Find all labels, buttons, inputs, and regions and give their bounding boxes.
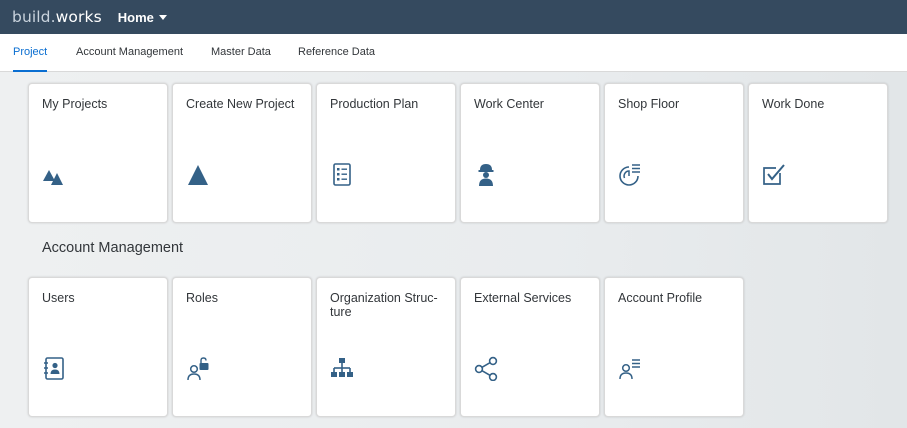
tile-organization-structure[interactable]: Organization Struc-ture bbox=[316, 277, 456, 417]
tab-reference-data[interactable]: Reference Data bbox=[298, 34, 375, 72]
tile-title: Work Done bbox=[762, 97, 825, 111]
address-book-icon bbox=[44, 357, 64, 380]
tile-account-profile[interactable]: Account Profile bbox=[604, 277, 744, 417]
tile-title: Account Profile bbox=[618, 291, 703, 305]
tile-title: My Projects bbox=[42, 97, 108, 111]
home-menu-label: Home bbox=[117, 9, 154, 25]
tile-users[interactable]: Users bbox=[28, 277, 168, 417]
tab-project[interactable]: Project bbox=[13, 34, 48, 72]
tile-title: Users bbox=[42, 291, 75, 305]
share-icon bbox=[474, 356, 498, 381]
tile-my-projects[interactable]: My Projects bbox=[28, 83, 168, 223]
brand-part2: works bbox=[55, 8, 102, 26]
tile-work-done[interactable]: Work Done bbox=[748, 83, 888, 223]
tile-title: Create New Project bbox=[186, 97, 295, 111]
tab-master-data[interactable]: Master Data bbox=[211, 34, 271, 72]
tile-roles[interactable]: Roles bbox=[172, 277, 312, 417]
tile-external-services[interactable]: External Services bbox=[460, 277, 600, 417]
tile-title: Work Center bbox=[474, 97, 544, 111]
user-list-icon bbox=[619, 359, 640, 380]
checklist-icon bbox=[333, 163, 351, 186]
worker-icon bbox=[478, 164, 494, 186]
home-menu-button[interactable]: Home bbox=[118, 10, 167, 25]
tile-title: Production Plan bbox=[330, 97, 419, 111]
tab-bar: Project Account Management Master Data R… bbox=[0, 34, 907, 72]
tile-title: Roles bbox=[186, 291, 218, 305]
brand-logo[interactable]: build.works bbox=[12, 8, 102, 26]
shell-bar: build.works Home bbox=[0, 0, 907, 34]
org-chart-icon bbox=[331, 358, 353, 377]
triangle-icon bbox=[188, 165, 208, 185]
tile-title: External Services bbox=[474, 291, 572, 305]
tile-work-center[interactable]: Work Center bbox=[460, 83, 600, 223]
brand-part1: build bbox=[12, 8, 51, 26]
section-title: Account Management bbox=[42, 240, 184, 256]
checkbox-icon bbox=[763, 164, 785, 185]
tile-shop-floor[interactable]: Shop Floor bbox=[604, 83, 744, 223]
tile-production-plan[interactable]: Production Plan bbox=[316, 83, 456, 223]
tab-account-management[interactable]: Account Management bbox=[76, 34, 183, 72]
launchpad-content: My Projects Create New Project Productio… bbox=[0, 72, 907, 428]
pie-list-icon bbox=[619, 164, 640, 186]
mountains-icon bbox=[43, 170, 63, 185]
tile-title: Shop Floor bbox=[618, 97, 680, 111]
user-lock-icon bbox=[187, 357, 209, 381]
tile-create-new-project[interactable]: Create New Project bbox=[172, 83, 312, 223]
caret-down-icon bbox=[158, 14, 167, 20]
tile-title: Organization Struc-ture bbox=[330, 291, 438, 319]
